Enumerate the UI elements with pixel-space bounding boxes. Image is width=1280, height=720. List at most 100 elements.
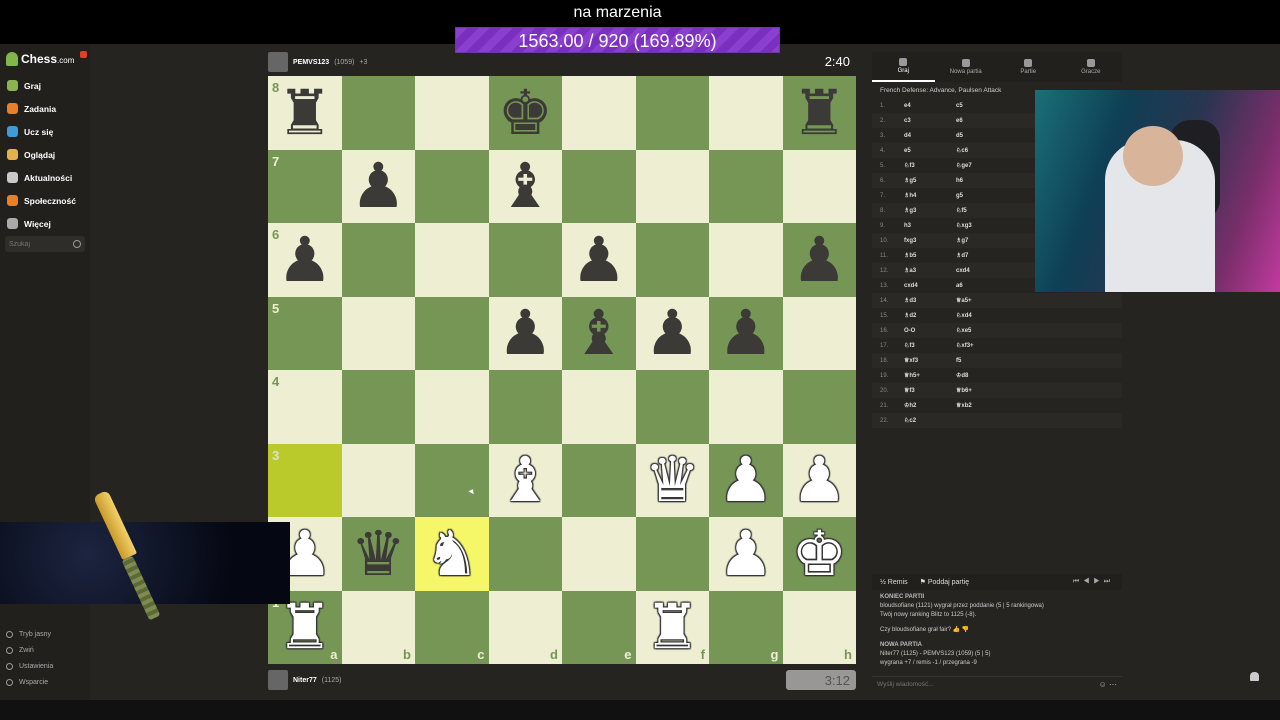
black-move[interactable]: f5 <box>956 358 1008 364</box>
resign-button[interactable]: ⚑ Poddaj partię <box>920 578 970 586</box>
black-move[interactable]: ♕a5+ <box>956 297 1008 304</box>
white-move[interactable]: ♕f3 <box>904 387 956 394</box>
square-g3[interactable]: ♟ <box>709 443 783 517</box>
search-icon[interactable] <box>73 240 81 248</box>
white-pawn-icon[interactable]: ♟ <box>791 449 847 511</box>
black-pawn-icon[interactable]: ♟ <box>644 302 700 364</box>
white-pawn-icon[interactable]: ♟ <box>718 522 774 585</box>
square-c2[interactable]: ♞ <box>415 517 489 591</box>
draw-button[interactable]: ½ Remis <box>880 579 908 586</box>
square-d1[interactable]: d <box>488 590 562 664</box>
square-c5[interactable] <box>415 296 489 370</box>
black-queen-icon[interactable]: ♛ <box>350 522 406 585</box>
search-box[interactable] <box>5 236 85 252</box>
sidebar-bottom-item-1[interactable]: Zwiń <box>6 642 53 658</box>
chess-board[interactable]: 8♜♚♜7♟♝6♟♟♟5♟♝♟♟43♝♛♟♟2♟♛♞♟♚1a♜bcdef♜gh <box>268 76 856 664</box>
thumbs-up-icon[interactable]: 👍 <box>953 627 960 633</box>
white-move[interactable]: ♗a3 <box>904 267 956 274</box>
square-f8[interactable] <box>635 76 709 150</box>
white-move[interactable]: e5 <box>904 148 956 154</box>
square-b2[interactable]: ♛ <box>341 517 415 591</box>
white-move[interactable]: ♗g3 <box>904 207 956 214</box>
square-a5[interactable]: 5 <box>268 296 342 370</box>
sidebar-bottom-item-3[interactable]: Wsparcie <box>6 674 53 690</box>
square-h1[interactable]: h <box>782 590 856 664</box>
square-a3[interactable]: 3 <box>268 443 342 517</box>
sidebar-bottom-item-2[interactable]: Ustawienia <box>6 658 53 674</box>
white-king-icon[interactable]: ♚ <box>791 522 847 585</box>
black-move[interactable]: a6 <box>956 283 1008 289</box>
tab-0[interactable]: Graj <box>872 52 935 82</box>
square-b3[interactable] <box>341 443 415 517</box>
square-g4[interactable] <box>709 370 783 444</box>
square-c1[interactable]: c <box>415 590 489 664</box>
square-h5[interactable] <box>782 296 856 370</box>
black-move[interactable]: d5 <box>956 133 1008 139</box>
sidebar-item-5[interactable]: Społeczność <box>0 189 90 212</box>
black-bishop-icon[interactable]: ♝ <box>571 302 627 364</box>
black-move[interactable]: ♗d7 <box>956 252 1008 259</box>
square-d2[interactable] <box>488 517 562 591</box>
white-knight-icon[interactable]: ♞ <box>424 522 480 585</box>
black-move[interactable]: ♔d8 <box>956 372 1008 379</box>
square-b6[interactable] <box>341 223 415 297</box>
black-pawn-icon[interactable]: ♟ <box>718 302 774 364</box>
white-move[interactable]: ♗d3 <box>904 297 956 304</box>
black-move[interactable]: ♘c6 <box>956 147 1008 154</box>
sidebar-item-0[interactable]: Graj <box>0 74 90 97</box>
avatar[interactable] <box>268 670 288 690</box>
black-move[interactable]: ♕xb2 <box>956 402 1008 409</box>
square-h7[interactable] <box>782 149 856 223</box>
sidebar-item-6[interactable]: Więcej <box>0 212 90 235</box>
black-move[interactable]: c5 <box>956 103 1008 109</box>
white-move[interactable]: ♗h4 <box>904 192 956 199</box>
square-f2[interactable] <box>635 517 709 591</box>
square-c6[interactable] <box>415 223 489 297</box>
white-move[interactable]: fxg3 <box>904 238 956 244</box>
white-move[interactable]: ♕xf3 <box>904 357 956 364</box>
white-move[interactable]: cxd4 <box>904 283 956 289</box>
square-c4[interactable] <box>415 370 489 444</box>
square-a6[interactable]: 6 ♟ <box>268 223 342 297</box>
black-move[interactable]: h6 <box>956 178 1008 184</box>
square-e3[interactable] <box>562 443 636 517</box>
square-f4[interactable] <box>635 370 709 444</box>
thumbs-down-icon[interactable]: 👎 <box>962 627 969 633</box>
black-move[interactable]: ♘xf3+ <box>956 342 1008 349</box>
square-b4[interactable] <box>341 370 415 444</box>
square-d3[interactable]: ♝ <box>488 443 562 517</box>
white-move[interactable]: ♗g5 <box>904 177 956 184</box>
square-c3[interactable] <box>415 443 489 517</box>
black-move[interactable]: ♘xg3 <box>956 222 1008 229</box>
search-input[interactable] <box>9 240 69 248</box>
square-d5[interactable]: ♟ <box>488 296 562 370</box>
square-c8[interactable] <box>415 76 489 150</box>
black-pawn-icon[interactable]: ♟ <box>497 302 553 364</box>
square-d8[interactable]: ♚ <box>488 76 562 150</box>
white-move[interactable]: ♗d2 <box>904 312 956 319</box>
black-pawn-icon[interactable]: ♟ <box>277 228 333 291</box>
white-pawn-icon[interactable]: ♟ <box>718 449 774 511</box>
square-a4[interactable]: 4 <box>268 370 342 444</box>
sidebar-item-1[interactable]: Zadania <box>0 97 90 120</box>
black-move[interactable]: ♘ge7 <box>956 162 1008 169</box>
square-g1[interactable]: g <box>709 590 783 664</box>
square-h3[interactable]: ♟ <box>782 443 856 517</box>
square-h6[interactable]: ♟ <box>782 223 856 297</box>
notification-badge[interactable] <box>80 51 87 58</box>
square-g7[interactable] <box>709 149 783 223</box>
square-e2[interactable] <box>562 517 636 591</box>
square-b5[interactable] <box>341 296 415 370</box>
black-move[interactable]: cxd4 <box>956 268 1008 274</box>
black-king-icon[interactable]: ♚ <box>497 81 553 144</box>
square-b8[interactable] <box>341 76 415 150</box>
square-e8[interactable] <box>562 76 636 150</box>
top-player-name[interactable]: PEMVS123 <box>293 59 329 66</box>
square-e7[interactable] <box>562 149 636 223</box>
square-e5[interactable]: ♝ <box>562 296 636 370</box>
sidebar-item-4[interactable]: Aktualności <box>0 166 90 189</box>
square-a7[interactable]: 7 <box>268 149 342 223</box>
square-b7[interactable]: ♟ <box>341 149 415 223</box>
chat-input[interactable] <box>877 681 1099 688</box>
square-d4[interactable] <box>488 370 562 444</box>
